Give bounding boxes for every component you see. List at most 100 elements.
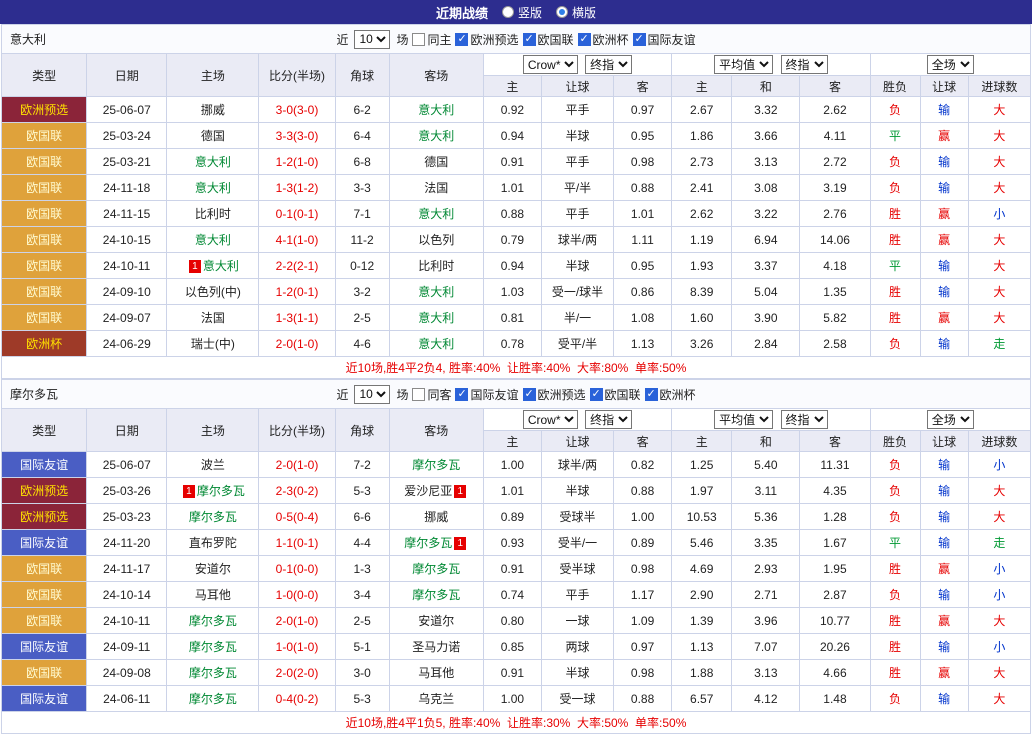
handicap-cell: 受平/半 [541,331,613,357]
match-date-cell: 24-06-29 [87,331,167,357]
match-type-cell: 欧洲预选 [2,504,87,530]
scope-select-cell: 全场 [870,409,1030,431]
summary-text: 近10场,胜4平2负4, 胜率:40% 让胜率:40% 大率:80% 单率:50… [2,357,1031,379]
avg-home-cell: 6.57 [672,686,732,712]
avg-type-select[interactable]: 平均值 [714,55,773,74]
col-date: 日期 [87,409,167,452]
home-odds-cell: 0.74 [483,582,541,608]
avg-draw-cell: 2.71 [732,582,800,608]
handicap-cell: 受一/球半 [541,279,613,305]
handicap-result-cell: 赢 [920,660,968,686]
home-team-cell: 德国 [167,123,259,149]
away-odds-cell: 0.82 [614,452,672,478]
odds-stage-select[interactable]: 终指 [585,55,632,74]
match-row: 国际友谊24-11-20直布罗陀1-1(0-1)4-4摩尔多瓦10.93受半/一… [2,530,1031,556]
team-name: 摩尔多瓦 [412,458,460,472]
corner-cell: 3-0 [335,660,389,686]
match-row: 欧国联24-09-07法国1-3(1-1)2-5意大利0.81半/一1.081.… [2,305,1031,331]
home-team-cell: 摩尔多瓦 [167,504,259,530]
match-type-cell: 欧国联 [2,608,87,634]
result-cell: 胜 [870,608,920,634]
avg-draw-cell: 4.12 [732,686,800,712]
score-cell: 3-0(3-0) [259,97,335,123]
away-team-cell: 圣马力诺 [389,634,483,660]
avg-select-cell: 平均值 终指 [672,409,870,431]
handicap-cell: 平手 [541,582,613,608]
league-filter-checkbox[interactable]: 欧洲杯 [645,386,696,403]
avg-away-cell: 4.11 [800,123,870,149]
team-section-title: 摩尔多瓦 [10,386,58,403]
home-odds-cell: 0.89 [483,504,541,530]
avg-type-select[interactable]: 平均值 [714,410,773,429]
radio-dot-icon [502,6,514,18]
league-filter-checkbox[interactable]: 国际友谊 [633,31,696,48]
result-cell: 胜 [870,305,920,331]
league-filter-checkbox[interactable]: 欧洲预选 [455,31,518,48]
avg-away-cell: 4.35 [800,478,870,504]
avg-stage-select[interactable]: 终指 [781,55,828,74]
league-filter-checkbox[interactable]: 欧国联 [523,31,574,48]
match-date-cell: 24-06-11 [87,686,167,712]
handicap-cell: 两球 [541,634,613,660]
home-team-cell: 摩尔多瓦 [167,634,259,660]
scope-select[interactable]: 全场 [927,55,974,74]
score-cell: 0-1(0-1) [259,201,335,227]
scope-select-cell: 全场 [870,54,1030,76]
match-type-cell: 欧国联 [2,201,87,227]
odds-provider-select[interactable]: Crow* [523,410,578,429]
checkbox-icon [412,33,425,46]
avg-stage-select[interactable]: 终指 [781,410,828,429]
col-avg-home: 主 [672,431,732,452]
home-odds-cell: 0.85 [483,634,541,660]
horizontal-layout-label: 横版 [572,4,596,21]
handicap-cell: 一球 [541,608,613,634]
league-filter-checkbox[interactable]: 欧洲预选 [523,386,586,403]
score-cell: 2-0(2-0) [259,660,335,686]
avg-draw-cell: 3.13 [732,660,800,686]
handicap-cell: 受球半 [541,504,613,530]
home-team-cell: 瑞士(中) [167,331,259,357]
home-odds-cell: 0.91 [483,149,541,175]
team-name: 摩尔多瓦 [189,510,237,524]
col-corner: 角球 [335,409,389,452]
recent-prefix-label: 近 [336,386,348,403]
horizontal-layout-radio[interactable]: 横版 [556,4,596,21]
goals-result-cell: 大 [968,686,1030,712]
col-avg-draw: 和 [732,76,800,97]
col-result: 胜负 [870,431,920,452]
league-filter-label: 欧洲杯 [593,31,629,48]
league-filter-checkbox[interactable]: 欧国联 [590,386,641,403]
table-header-row: 类型 日期 主场 比分(半场) 角球 客场 Crow* 终指 平均值 终指 全场 [2,54,1031,76]
match-type-cell: 欧国联 [2,660,87,686]
avg-home-cell: 1.88 [672,660,732,686]
same-venue-checkbox[interactable]: 同客 [412,386,451,403]
corner-cell: 1-3 [335,556,389,582]
col-avg-away: 客 [800,76,870,97]
corner-cell: 5-3 [335,686,389,712]
match-date-cell: 25-03-24 [87,123,167,149]
goals-result-cell: 大 [968,305,1030,331]
odds-stage-select[interactable]: 终指 [585,410,632,429]
recent-count-select[interactable]: 10 [354,30,390,49]
league-filter-checkbox[interactable]: 欧洲杯 [578,31,629,48]
league-filter-checkbox[interactable]: 国际友谊 [455,386,518,403]
home-team-cell: 意大利 [167,149,259,175]
away-team-cell: 比利时 [389,253,483,279]
col-goals-result: 进球数 [968,76,1030,97]
match-type-cell: 欧国联 [2,123,87,149]
scope-select[interactable]: 全场 [927,410,974,429]
score-cell: 2-0(1-0) [259,608,335,634]
away-team-cell: 摩尔多瓦 [389,582,483,608]
same-venue-checkbox[interactable]: 同主 [412,31,451,48]
odds-provider-select[interactable]: Crow* [523,55,578,74]
team-name: 意大利 [418,129,454,143]
vertical-layout-radio[interactable]: 竖版 [502,4,542,21]
corner-cell: 3-4 [335,582,389,608]
recent-count-select[interactable]: 10 [354,385,390,404]
team-name: 挪威 [424,510,448,524]
goals-result-cell: 小 [968,556,1030,582]
match-type-cell: 欧洲预选 [2,97,87,123]
league-filter-label: 欧洲预选 [538,386,586,403]
goals-result-cell: 大 [968,478,1030,504]
col-odds-home: 主 [483,76,541,97]
